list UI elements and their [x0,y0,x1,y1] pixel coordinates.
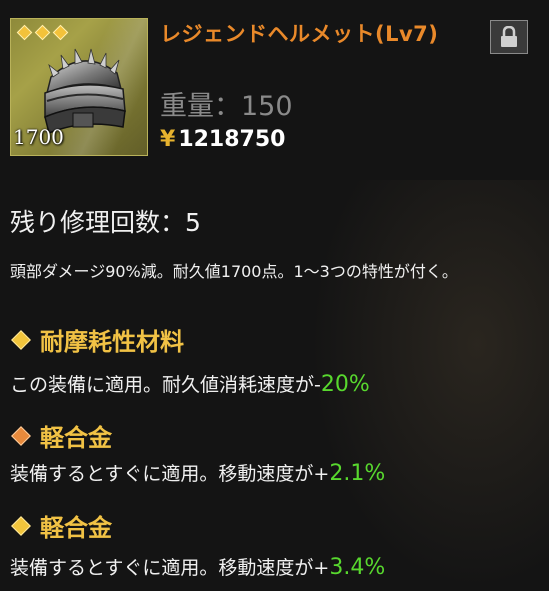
rarity-diamond-icon [34,24,51,41]
item-header: 1700 レジェンドヘルメット(Lv7) 重量：150 ¥1218750 [0,0,549,180]
price-value: 1218750 [178,127,286,152]
rarity-diamond-icon [52,24,69,41]
trait-description: 装備するとすぐに適用。移動速度が+3.4% [10,553,385,580]
weight-label: 重量： [160,91,241,122]
trait-desc-text: 装備するとすぐに適用。移動速度が+ [10,557,330,579]
lock-icon [501,26,517,47]
trait-value: 3.4% [329,555,386,580]
trait-desc-text: この装備に適用。耐久値消耗速度が- [10,374,321,396]
lock-button[interactable] [490,20,528,54]
yen-icon: ¥ [160,127,176,152]
trait-desc-text: 装備するとすぐに適用。移動速度が+ [10,463,330,485]
rarity-diamond-icon [16,24,33,41]
repairs-value: 5 [185,208,201,237]
durability-value: 1700 [13,125,64,149]
item-title: レジェンドヘルメット(Lv7) [160,22,439,46]
trait-description: この装備に適用。耐久値消耗速度が-20% [10,370,370,397]
trait-value: 2.1% [329,461,386,486]
item-description: 頭部ダメージ90%減。耐久値1700点。1～3つの特性が付く。 [10,262,458,281]
trait-name: 耐摩耗性材料 [40,328,184,356]
trait-description: 装備するとすぐに適用。移動速度が+2.1% [10,459,385,486]
trait-title: 耐摩耗性材料 [10,322,184,357]
weight-row: 重量：150 [160,84,293,123]
weight-value: 150 [241,91,293,122]
price-row: ¥1218750 [160,127,285,152]
item-thumbnail[interactable]: 1700 [10,18,148,156]
trait-diamond-icon [11,515,31,536]
trait-title: 軽合金 [10,508,112,543]
rarity-indicator [16,23,69,42]
trait-name: 軽合金 [40,514,112,542]
trait-diamond-icon [11,425,31,446]
trait-title: 軽合金 [10,418,112,453]
repairs-label: 残り修理回数： [10,208,186,237]
repairs-remaining: 残り修理回数：5 [10,203,201,239]
trait-name: 軽合金 [40,424,112,452]
trait-diamond-icon [11,329,31,350]
trait-value: 20% [320,372,370,397]
